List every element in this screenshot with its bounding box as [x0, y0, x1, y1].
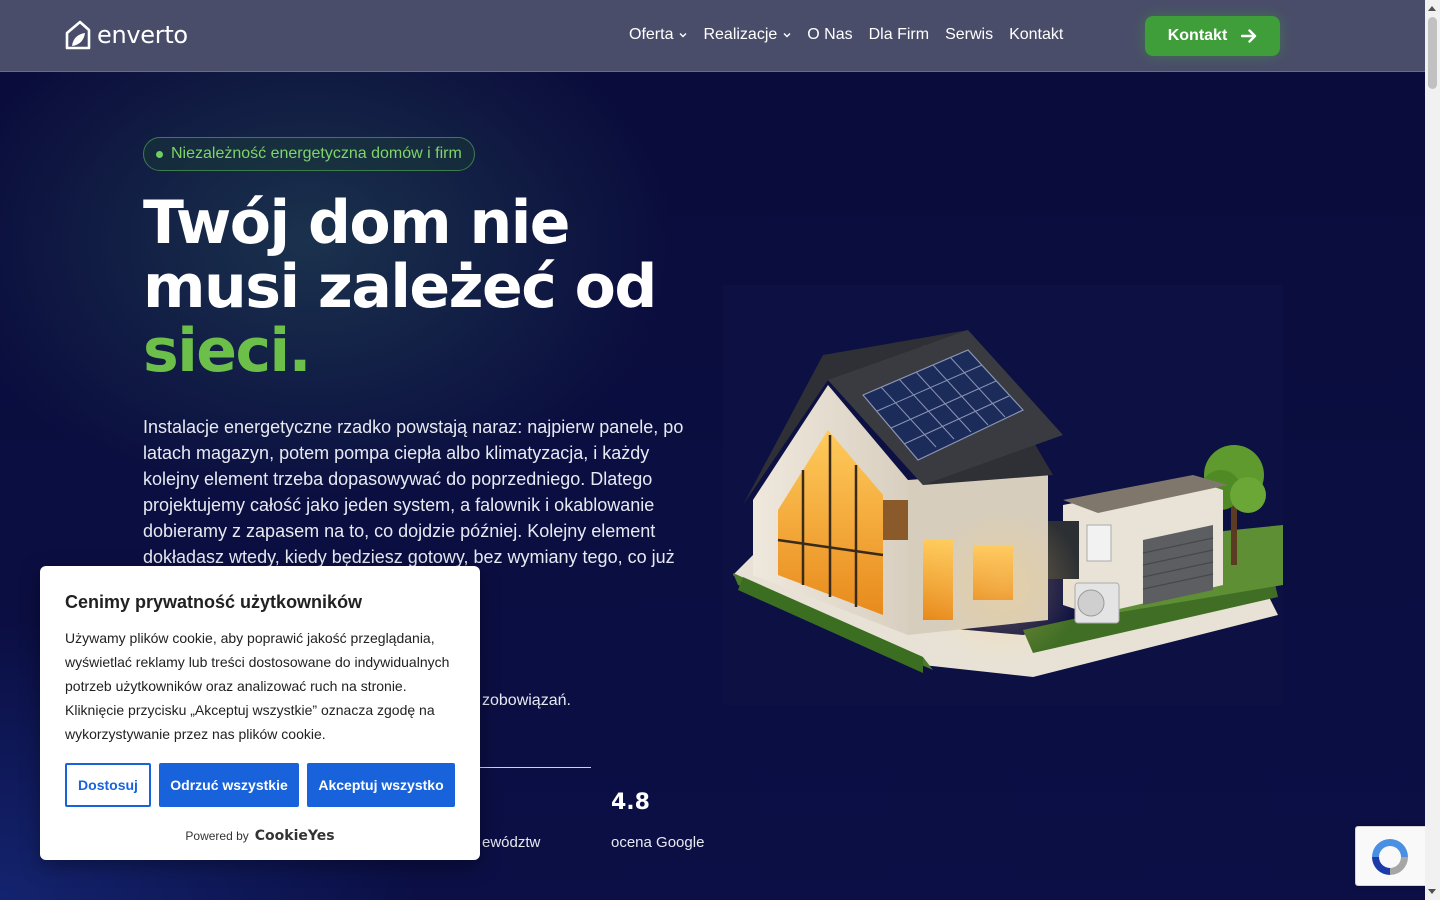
recaptcha-icon — [1372, 839, 1408, 875]
scroll-up-icon[interactable] — [1428, 6, 1436, 11]
nav-item-oferta[interactable]: Oferta — [629, 26, 687, 44]
headline-accent: sieci. — [143, 316, 311, 386]
stat-label-google: ocena Google — [611, 834, 705, 851]
page: enverto Oferta Realizacje O Nas Dla Firm… — [0, 0, 1425, 900]
hero-house-image — [723, 285, 1283, 705]
nav-label: Oferta — [629, 26, 674, 43]
cookie-body: Używamy plików cookie, aby poprawić jako… — [65, 630, 450, 742]
customize-button[interactable]: Dostosuj — [65, 763, 151, 807]
cta-label: Kontakt — [1167, 27, 1228, 44]
nav-item-realizacje[interactable]: Realizacje — [703, 26, 791, 44]
powered-by: Powered by CookieYes — [40, 828, 480, 844]
recaptcha-badge[interactable] — [1355, 826, 1430, 886]
stat-value-google: 4.8 — [611, 790, 650, 815]
kontakt-cta-button[interactable]: Kontakt — [1145, 16, 1280, 56]
headline-line-1: Twój dom nie — [143, 188, 571, 258]
arrow-right-icon — [1241, 29, 1257, 43]
nav-item-o-nas[interactable]: O Nas — [807, 26, 852, 44]
cookie-consent-banner: Cenimy prywatność użytkowników Używamy p… — [40, 566, 480, 860]
stat-label-partial: ewództw — [482, 834, 541, 851]
nav-item-kontakt[interactable]: Kontakt — [1009, 26, 1063, 44]
status-dot-icon — [156, 150, 163, 158]
nav-item-dla-firm[interactable]: Dla Firm — [869, 26, 929, 44]
leaf-house-icon — [65, 20, 91, 50]
accept-all-button[interactable]: Akceptuj wszystko — [307, 763, 455, 807]
chevron-down-icon — [783, 33, 791, 38]
nav-label: Serwis — [945, 26, 994, 43]
headline-line-2: musi zależeć od — [143, 252, 657, 322]
hero-headline: Twój dom nie musi zależeć od sieci. — [143, 191, 703, 383]
hero-lead-paragraph: Instalacje energetyczne rzadko powstają … — [143, 417, 684, 567]
scroll-down-icon[interactable] — [1428, 889, 1436, 894]
reject-all-button[interactable]: Odrzuć wszystkie — [159, 763, 299, 807]
logo-text: enverto — [97, 21, 188, 49]
powered-by-label: Powered by — [185, 829, 249, 843]
nav-label: Realizacje — [703, 26, 778, 43]
cookieyes-logo[interactable]: CookieYes — [255, 828, 335, 844]
hero-badge: Niezależność energetyczna domów i firm — [143, 137, 475, 171]
nav-label: Kontakt — [1009, 26, 1064, 43]
badge-label: Niezależność energetyczna domów i firm — [171, 145, 462, 162]
solar-house-illustration — [723, 285, 1283, 705]
logo[interactable]: enverto — [63, 19, 188, 51]
nav-label: O Nas — [807, 26, 853, 43]
nav-label: Dla Firm — [868, 26, 930, 43]
partial-text: zobowiązań. — [482, 692, 571, 709]
main-nav: Oferta Realizacje O Nas Dla Firm Serwis … — [629, 26, 1063, 44]
chevron-down-icon — [679, 33, 687, 38]
nav-item-serwis[interactable]: Serwis — [945, 26, 993, 44]
stats-divider — [470, 767, 591, 768]
cookie-title: Cenimy prywatność użytkowników — [65, 592, 363, 612]
page-scrollbar[interactable] — [1425, 0, 1440, 900]
scroll-thumb[interactable] — [1428, 17, 1437, 89]
site-header: enverto Oferta Realizacje O Nas Dla Firm… — [0, 0, 1425, 72]
